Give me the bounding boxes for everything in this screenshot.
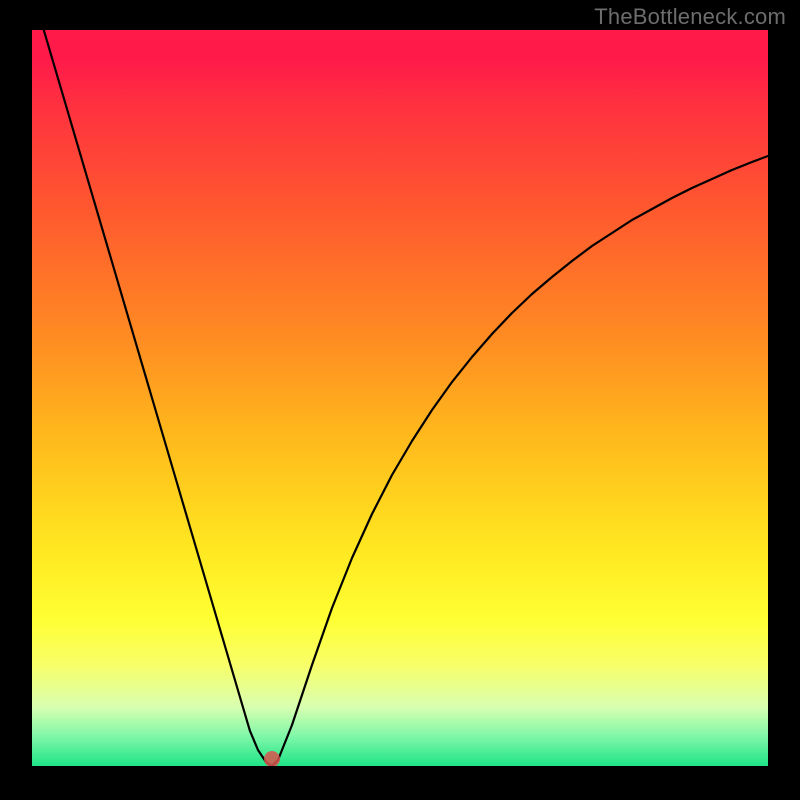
watermark-text: TheBottleneck.com [594, 4, 786, 30]
plot-area [32, 30, 768, 766]
minimum-marker-icon [264, 751, 280, 766]
chart-container: TheBottleneck.com [0, 0, 800, 800]
bottleneck-curve [32, 30, 768, 766]
